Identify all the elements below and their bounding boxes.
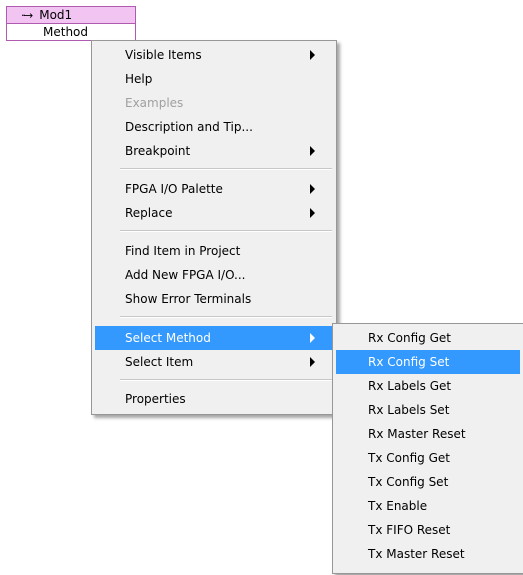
menu-separator (120, 230, 332, 232)
submenu-item-tx-master-reset[interactable]: Tx Master Reset (336, 542, 520, 566)
io-reference-arrow-icon: ··→ (21, 8, 33, 22)
submenu-arrow-icon (310, 357, 315, 367)
menu-item-fpga-io-palette[interactable]: FPGA I/O Palette (95, 177, 333, 201)
menu-separator (120, 168, 332, 170)
menu-item-visible-items[interactable]: Visible Items (95, 43, 333, 67)
submenu-arrow-icon (310, 146, 315, 156)
fpga-io-method-node[interactable]: ··→ Mod1 Method (6, 6, 136, 41)
submenu-item-rx-config-set[interactable]: Rx Config Set (336, 350, 520, 374)
submenu-arrow-icon (310, 184, 315, 194)
submenu-item-rx-labels-set[interactable]: Rx Labels Set (336, 398, 520, 422)
submenu-item-tx-config-get[interactable]: Tx Config Get (336, 446, 520, 470)
menu-item-add-new-fpga-io[interactable]: Add New FPGA I/O... (95, 263, 333, 287)
node-name: Mod1 (39, 8, 73, 22)
menu-item-show-error-terminals[interactable]: Show Error Terminals (95, 287, 333, 311)
submenu-arrow-icon (310, 333, 315, 343)
submenu-item-tx-fifo-reset[interactable]: Tx FIFO Reset (336, 518, 520, 542)
select-method-submenu: Rx Config Get Rx Config Set Rx Labels Ge… (332, 323, 523, 574)
submenu-item-rx-config-get[interactable]: Rx Config Get (336, 326, 520, 350)
submenu-item-rx-labels-get[interactable]: Rx Labels Get (336, 374, 520, 398)
menu-item-help[interactable]: Help (95, 67, 333, 91)
menu-separator (120, 316, 332, 318)
submenu-item-rx-master-reset[interactable]: Rx Master Reset (336, 422, 520, 446)
node-header[interactable]: ··→ Mod1 (6, 6, 136, 24)
menu-separator (120, 379, 332, 381)
menu-item-breakpoint[interactable]: Breakpoint (95, 139, 333, 163)
submenu-arrow-icon (310, 208, 315, 218)
submenu-item-tx-config-set[interactable]: Tx Config Set (336, 470, 520, 494)
menu-item-examples: Examples (125, 96, 184, 110)
menu-item-replace[interactable]: Replace (95, 201, 333, 225)
menu-item-select-item[interactable]: Select Item (95, 350, 333, 374)
node-method-selector[interactable]: Method (6, 24, 136, 41)
menu-item-properties[interactable]: Properties (95, 387, 333, 411)
submenu-item-tx-enable[interactable]: Tx Enable (336, 494, 520, 518)
menu-item-find-item-in-project[interactable]: Find Item in Project (95, 239, 333, 263)
submenu-arrow-icon (310, 50, 315, 60)
menu-item-description-and-tip[interactable]: Description and Tip... (95, 115, 333, 139)
menu-item-select-method[interactable]: Select Method (95, 326, 333, 350)
context-menu: Visible Items Help Examples Description … (91, 40, 337, 415)
